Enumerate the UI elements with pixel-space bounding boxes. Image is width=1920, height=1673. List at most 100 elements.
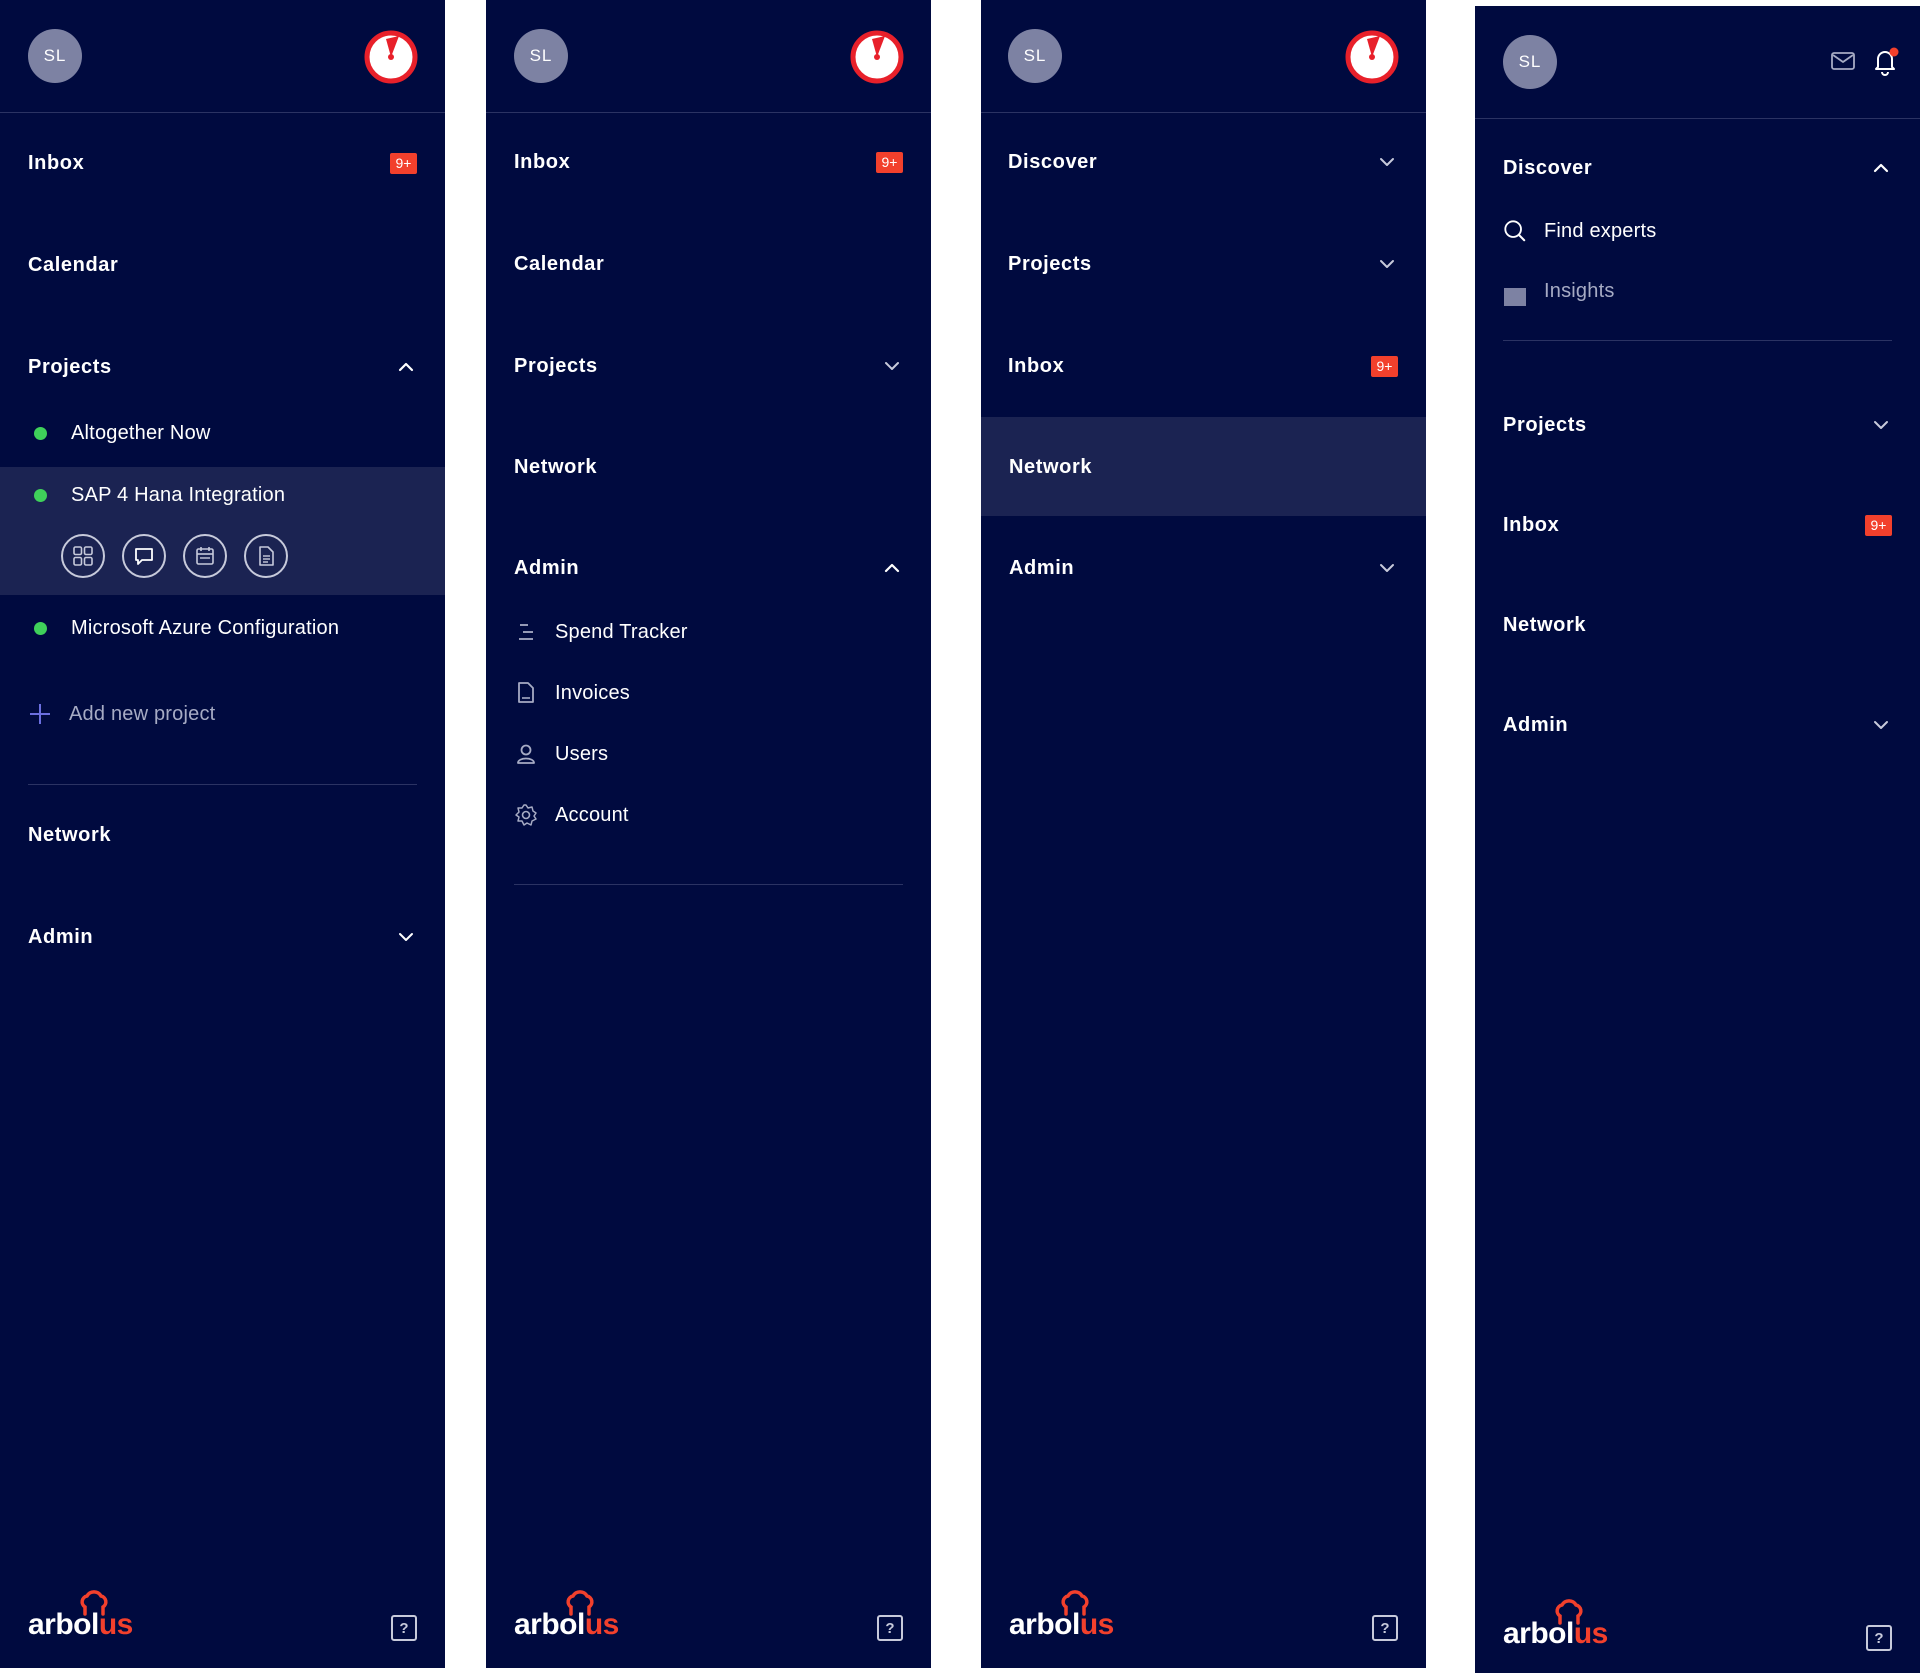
- search-icon: [1503, 219, 1527, 243]
- nav-admin[interactable]: Admin: [1009, 548, 1398, 588]
- project-item-label: SAP 4 Hana Integration: [71, 483, 286, 506]
- nav-inbox-label: Inbox: [514, 150, 571, 173]
- nav-network-label: Network: [28, 823, 112, 846]
- logo-text-part1: arbol: [28, 1608, 99, 1641]
- nav-discover[interactable]: Discover: [1008, 142, 1398, 182]
- nav-calendar[interactable]: Calendar: [514, 244, 903, 284]
- chevron-down-icon[interactable]: [1376, 151, 1398, 173]
- add-project-label: Add new project: [69, 702, 216, 725]
- chat-icon[interactable]: [122, 534, 166, 578]
- nav-network[interactable]: Network: [28, 815, 417, 855]
- nav-inbox[interactable]: Inbox 9+: [1503, 505, 1892, 545]
- sidebar-header: SL: [981, 0, 1426, 113]
- nav-projects-label: Projects: [28, 355, 112, 378]
- help-icon[interactable]: ?: [877, 1615, 903, 1641]
- inbox-badge: 9+: [1371, 355, 1398, 377]
- inbox-badge: 9+: [390, 152, 417, 174]
- avatar[interactable]: SL: [514, 29, 568, 83]
- project-item[interactable]: Altogether Now: [28, 416, 211, 450]
- nav-admin[interactable]: Admin: [1503, 705, 1892, 745]
- add-project-button[interactable]: Add new project: [28, 697, 215, 731]
- nav-inbox[interactable]: Inbox 9+: [1008, 346, 1398, 386]
- document-icon[interactable]: [244, 534, 288, 578]
- sidebar-panel-4: SL Discover Find experts Insights Projec…: [1475, 6, 1920, 1673]
- nav-inbox[interactable]: Inbox 9+: [514, 142, 903, 182]
- bell-icon[interactable]: [1872, 46, 1900, 76]
- chevron-down-icon[interactable]: [1870, 414, 1892, 436]
- chevron-down-icon[interactable]: [395, 926, 417, 948]
- logo-text-part1: arbol: [1009, 1608, 1080, 1641]
- avatar[interactable]: SL: [1008, 29, 1062, 83]
- inbox-badge: 9+: [876, 151, 903, 173]
- mail-icon[interactable]: [1830, 50, 1856, 72]
- nav-projects[interactable]: Projects: [1503, 405, 1892, 445]
- nav-projects[interactable]: Projects: [514, 346, 903, 386]
- chevron-down-icon[interactable]: [881, 355, 903, 377]
- project-item[interactable]: SAP 4 Hana Integration: [28, 478, 285, 512]
- nav-projects[interactable]: Projects: [1008, 244, 1398, 284]
- chevron-down-icon[interactable]: [1376, 557, 1398, 579]
- nav-discover-label: Discover: [1008, 150, 1098, 173]
- chevron-down-icon[interactable]: [1870, 714, 1892, 736]
- status-dot: [34, 621, 47, 635]
- logo-text-part1: arbol: [514, 1608, 585, 1641]
- nav-network[interactable]: Network: [1503, 605, 1892, 645]
- divider: [1503, 340, 1892, 341]
- admin-item-invoices[interactable]: Invoices: [514, 676, 630, 710]
- list-icon: [514, 620, 538, 644]
- inbox-badge: 9+: [1865, 514, 1892, 536]
- nav-inbox[interactable]: Inbox 9+: [28, 143, 417, 183]
- nav-admin[interactable]: Admin: [28, 917, 417, 957]
- sidebar-panel-1: SL Inbox 9+ Calendar Projects Altogether…: [0, 0, 445, 1668]
- nav-calendar-label: Calendar: [514, 252, 605, 275]
- grid-icon[interactable]: [61, 534, 105, 578]
- nav-admin[interactable]: Admin: [514, 548, 903, 588]
- project-item-label: Altogether Now: [71, 421, 211, 444]
- chevron-up-icon[interactable]: [1870, 157, 1892, 179]
- nav-calendar[interactable]: Calendar: [28, 245, 417, 285]
- timer-icon[interactable]: [364, 30, 418, 84]
- insights-icon: [1503, 284, 1527, 308]
- project-item-label: Microsoft Azure Configuration: [71, 616, 340, 639]
- admin-item-label: Spend Tracker: [555, 620, 688, 643]
- sidebar-panel-2: SL Inbox 9+ Calendar Projects Network Ad…: [486, 0, 931, 1668]
- timer-icon[interactable]: [1345, 30, 1399, 84]
- avatar[interactable]: SL: [28, 29, 82, 83]
- chevron-up-icon[interactable]: [395, 356, 417, 378]
- status-dot: [34, 488, 47, 502]
- nav-projects-label: Projects: [1503, 413, 1587, 436]
- sidebar-header: SL: [1475, 6, 1920, 119]
- help-icon[interactable]: ?: [391, 1615, 417, 1641]
- nav-projects-label: Projects: [1008, 252, 1092, 275]
- nav-network[interactable]: Network: [514, 447, 903, 487]
- nav-inbox-label: Inbox: [1008, 354, 1065, 377]
- nav-discover[interactable]: Discover: [1503, 148, 1892, 188]
- chevron-up-icon[interactable]: [881, 557, 903, 579]
- admin-item-label: Account: [555, 803, 629, 826]
- project-item[interactable]: Microsoft Azure Configuration: [28, 611, 339, 645]
- divider: [28, 784, 417, 785]
- calendar-icon[interactable]: [183, 534, 227, 578]
- logo-text-part2: us: [98, 1608, 134, 1641]
- chevron-down-icon[interactable]: [1376, 253, 1398, 275]
- nav-projects-label: Projects: [514, 354, 598, 377]
- discover-item-insights[interactable]: Insights: [1503, 274, 1615, 308]
- admin-item-account[interactable]: Account: [514, 798, 629, 832]
- help-icon[interactable]: ?: [1866, 1625, 1892, 1651]
- user-icon: [514, 742, 538, 766]
- admin-item-spend-tracker[interactable]: Spend Tracker: [514, 615, 688, 649]
- help-icon[interactable]: ?: [1372, 1615, 1398, 1641]
- nav-admin-label: Admin: [1009, 556, 1075, 579]
- timer-icon[interactable]: [850, 30, 904, 84]
- nav-inbox-label: Inbox: [28, 151, 85, 174]
- admin-item-label: Invoices: [555, 681, 630, 704]
- discover-item-find-experts[interactable]: Find experts: [1503, 214, 1656, 248]
- logo-text-part2: us: [1079, 1608, 1115, 1641]
- nav-projects[interactable]: Projects: [28, 347, 417, 387]
- nav-network-label: Network: [1503, 613, 1587, 636]
- nav-network-label: Network: [514, 455, 598, 478]
- discover-item-label: Find experts: [1544, 219, 1657, 242]
- nav-network[interactable]: Network: [1009, 447, 1398, 487]
- admin-item-users[interactable]: Users: [514, 737, 608, 771]
- avatar[interactable]: SL: [1503, 35, 1557, 89]
